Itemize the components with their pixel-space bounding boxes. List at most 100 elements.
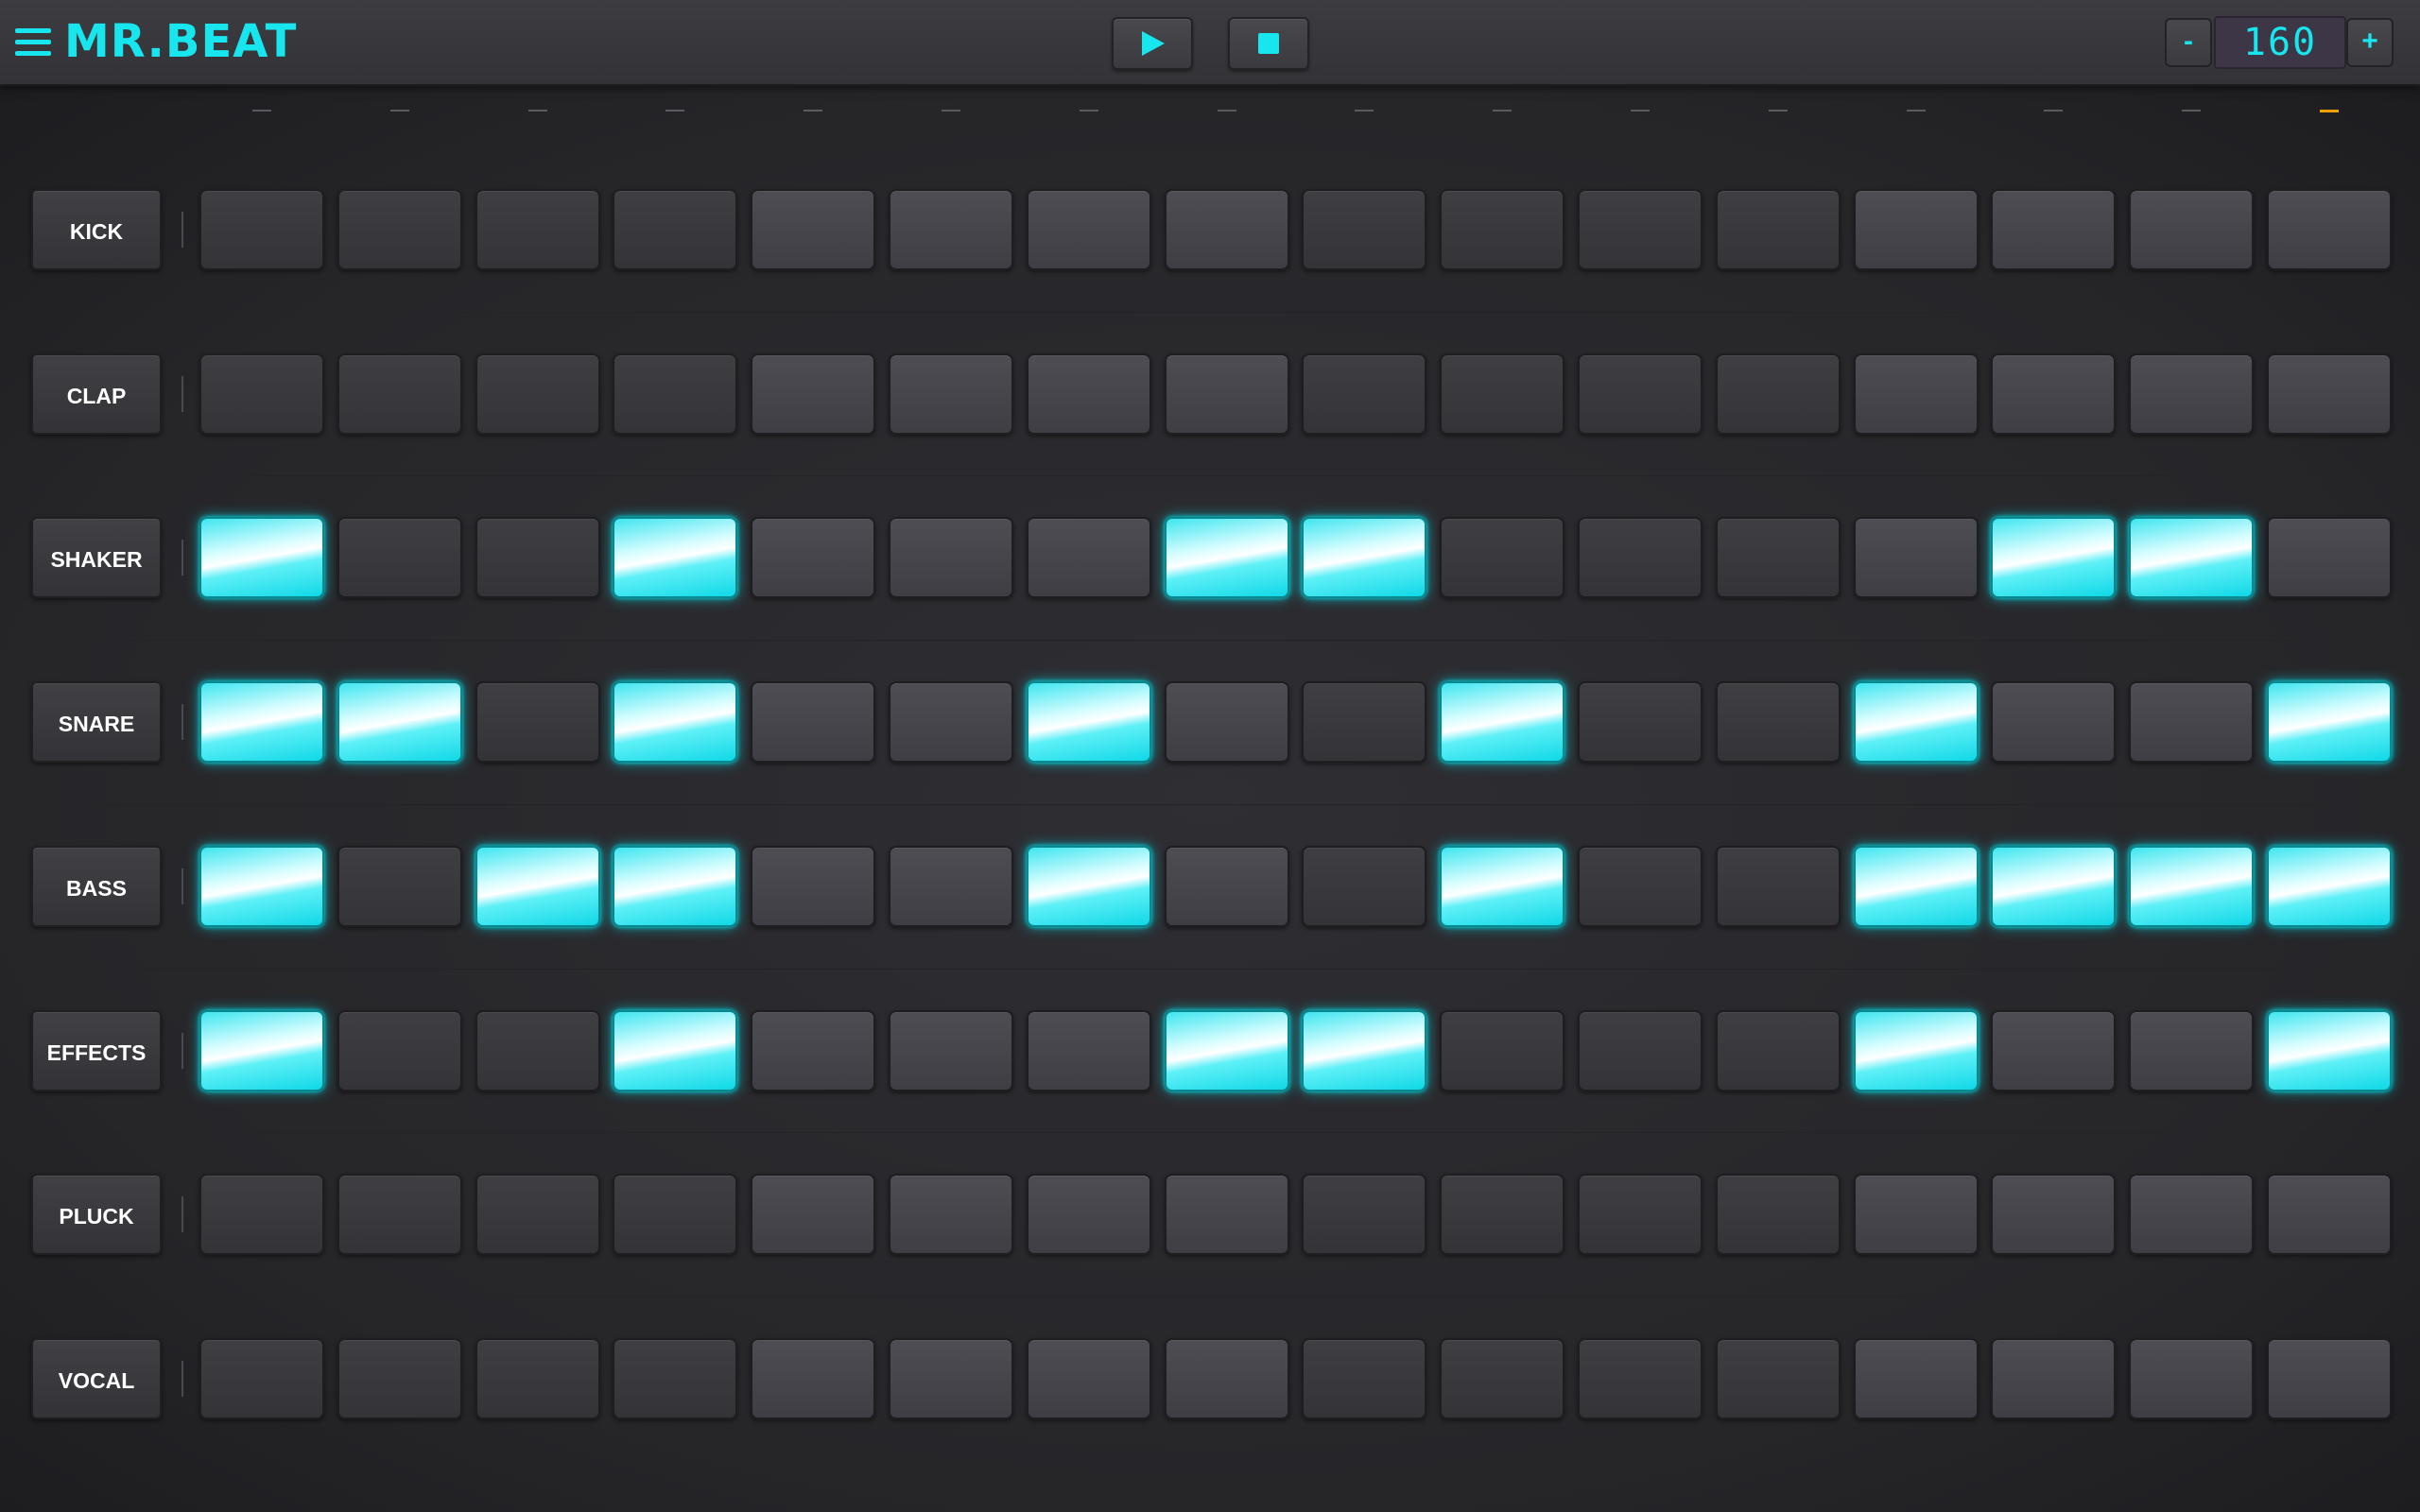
- step-pad[interactable]: [337, 189, 462, 270]
- step-pad[interactable]: [1165, 353, 1289, 435]
- step-pad[interactable]: [1165, 517, 1289, 598]
- hamburger-menu-icon[interactable]: [15, 28, 51, 57]
- step-pad[interactable]: [1440, 846, 1564, 927]
- step-pad[interactable]: [475, 1174, 600, 1255]
- step-pad[interactable]: [1440, 189, 1564, 270]
- step-pad[interactable]: [613, 846, 737, 927]
- step-pad[interactable]: [1165, 846, 1289, 927]
- step-pad[interactable]: [475, 681, 600, 763]
- step-pad[interactable]: [751, 681, 875, 763]
- step-pad[interactable]: [613, 681, 737, 763]
- step-pad[interactable]: [1991, 189, 2116, 270]
- step-pad[interactable]: [1440, 1338, 1564, 1419]
- step-pad[interactable]: [751, 353, 875, 435]
- step-pad[interactable]: [1302, 681, 1426, 763]
- step-pad[interactable]: [1165, 189, 1289, 270]
- step-pad[interactable]: [1027, 1338, 1151, 1419]
- step-pad[interactable]: [1578, 353, 1703, 435]
- step-pad[interactable]: [2129, 681, 2254, 763]
- step-pad[interactable]: [2267, 517, 2392, 598]
- step-pad[interactable]: [889, 1338, 1013, 1419]
- step-pad[interactable]: [1854, 1174, 1979, 1255]
- step-pad[interactable]: [1440, 1174, 1564, 1255]
- step-pad[interactable]: [1027, 1010, 1151, 1091]
- step-pad[interactable]: [751, 189, 875, 270]
- step-pad[interactable]: [1165, 681, 1289, 763]
- step-pad[interactable]: [1716, 681, 1841, 763]
- step-pad[interactable]: [2267, 1338, 2392, 1419]
- step-pad[interactable]: [889, 846, 1013, 927]
- step-pad[interactable]: [613, 353, 737, 435]
- step-pad[interactable]: [751, 1174, 875, 1255]
- step-pad[interactable]: [1578, 1010, 1703, 1091]
- step-pad[interactable]: [1991, 1338, 2116, 1419]
- step-pad[interactable]: [1854, 1338, 1979, 1419]
- step-pad[interactable]: [337, 1338, 462, 1419]
- step-pad[interactable]: [1716, 1338, 1841, 1419]
- step-pad[interactable]: [199, 681, 324, 763]
- play-button[interactable]: [1112, 17, 1193, 70]
- step-pad[interactable]: [1027, 1174, 1151, 1255]
- step-pad[interactable]: [2267, 1174, 2392, 1255]
- step-pad[interactable]: [1440, 517, 1564, 598]
- step-pad[interactable]: [337, 517, 462, 598]
- step-pad[interactable]: [337, 1010, 462, 1091]
- step-pad[interactable]: [1027, 517, 1151, 598]
- step-pad[interactable]: [1716, 353, 1841, 435]
- step-pad[interactable]: [1854, 846, 1979, 927]
- step-pad[interactable]: [1440, 1010, 1564, 1091]
- step-pad[interactable]: [1991, 517, 2116, 598]
- step-pad[interactable]: [337, 1174, 462, 1255]
- track-label-effects[interactable]: EFFECTS: [31, 1010, 162, 1091]
- stop-button[interactable]: [1228, 17, 1309, 70]
- step-pad[interactable]: [475, 1338, 600, 1419]
- step-pad[interactable]: [1854, 517, 1979, 598]
- step-pad[interactable]: [1165, 1010, 1289, 1091]
- step-pad[interactable]: [1440, 353, 1564, 435]
- track-label-clap[interactable]: CLAP: [31, 353, 162, 435]
- step-pad[interactable]: [1027, 353, 1151, 435]
- step-pad[interactable]: [1854, 681, 1979, 763]
- step-pad[interactable]: [199, 1174, 324, 1255]
- step-pad[interactable]: [1027, 189, 1151, 270]
- step-pad[interactable]: [1716, 846, 1841, 927]
- step-pad[interactable]: [475, 189, 600, 270]
- step-pad[interactable]: [889, 681, 1013, 763]
- step-pad[interactable]: [1302, 1010, 1426, 1091]
- step-pad[interactable]: [337, 846, 462, 927]
- step-pad[interactable]: [1854, 1010, 1979, 1091]
- step-pad[interactable]: [613, 517, 737, 598]
- step-pad[interactable]: [199, 1338, 324, 1419]
- step-pad[interactable]: [1578, 846, 1703, 927]
- step-pad[interactable]: [751, 1010, 875, 1091]
- step-pad[interactable]: [889, 1010, 1013, 1091]
- step-pad[interactable]: [1854, 189, 1979, 270]
- step-pad[interactable]: [751, 846, 875, 927]
- step-pad[interactable]: [1302, 517, 1426, 598]
- step-pad[interactable]: [613, 189, 737, 270]
- track-label-kick[interactable]: KICK: [31, 189, 162, 270]
- step-pad[interactable]: [2267, 189, 2392, 270]
- step-pad[interactable]: [1716, 1174, 1841, 1255]
- step-pad[interactable]: [1302, 1174, 1426, 1255]
- step-pad[interactable]: [337, 353, 462, 435]
- tempo-decrease-button[interactable]: -: [2165, 18, 2212, 67]
- track-label-shaker[interactable]: SHAKER: [31, 517, 162, 598]
- step-pad[interactable]: [2267, 681, 2392, 763]
- step-pad[interactable]: [1991, 681, 2116, 763]
- step-pad[interactable]: [613, 1338, 737, 1419]
- step-pad[interactable]: [889, 189, 1013, 270]
- track-label-vocal[interactable]: VOCAL: [31, 1338, 162, 1419]
- track-label-bass[interactable]: BASS: [31, 846, 162, 927]
- step-pad[interactable]: [1716, 189, 1841, 270]
- step-pad[interactable]: [2129, 1174, 2254, 1255]
- step-pad[interactable]: [2267, 1010, 2392, 1091]
- step-pad[interactable]: [889, 1174, 1013, 1255]
- step-pad[interactable]: [1302, 189, 1426, 270]
- track-label-pluck[interactable]: PLUCK: [31, 1174, 162, 1255]
- step-pad[interactable]: [475, 846, 600, 927]
- step-pad[interactable]: [1165, 1338, 1289, 1419]
- step-pad[interactable]: [889, 517, 1013, 598]
- step-pad[interactable]: [199, 517, 324, 598]
- step-pad[interactable]: [199, 1010, 324, 1091]
